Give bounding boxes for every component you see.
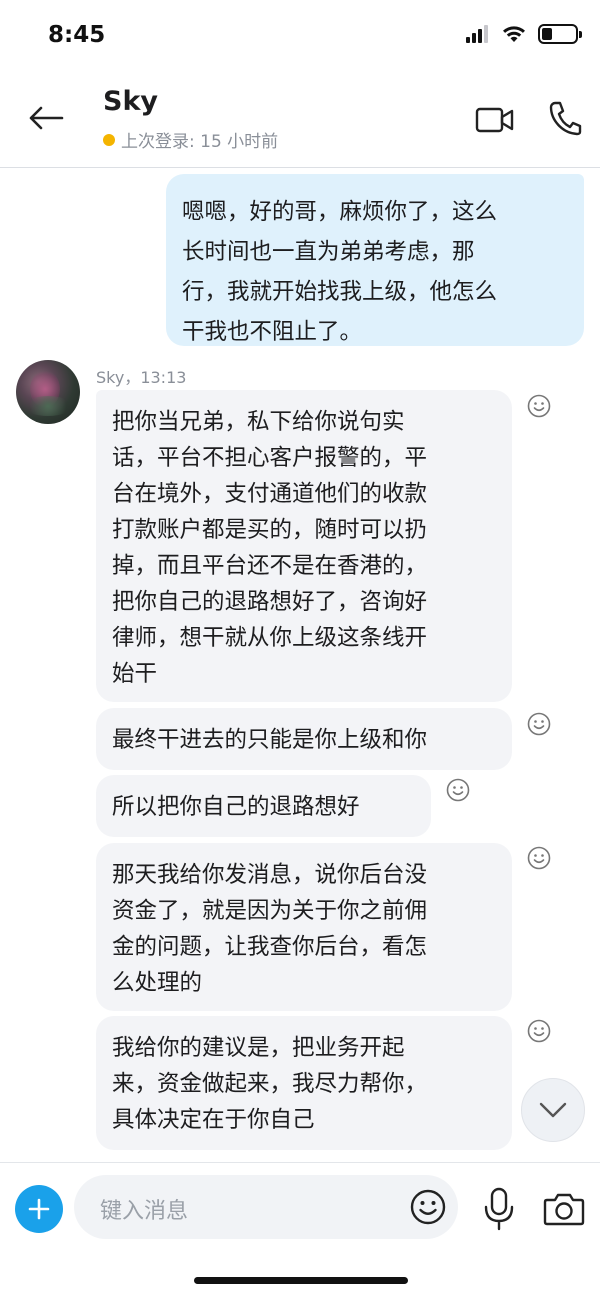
message-line: 那天我给你发消息，说你后台没: [112, 862, 428, 888]
message-line: 律师，想干就从你上级这条线开: [112, 625, 428, 651]
message-line: 把你自己的退路想好了，咨询好: [112, 589, 428, 615]
sender-timestamp: Sky，13:13: [96, 368, 187, 387]
last-seen-text: 上次登录: 15 小时前: [121, 132, 279, 152]
camera-icon: [543, 1193, 585, 1226]
add-content-button[interactable]: [15, 1185, 63, 1233]
add-reaction-icon[interactable]: [446, 778, 470, 802]
message-line: 掉，而且平台还不是在香港的，: [112, 553, 428, 579]
message-line: 么处理的: [112, 970, 203, 996]
message-input[interactable]: 键入消息: [74, 1175, 458, 1239]
message-line: 打款账户都是买的，随时可以扔: [112, 517, 428, 543]
voice-call-button[interactable]: [548, 100, 582, 136]
message-line: 资金了，就是因为关于你之前佣: [112, 898, 428, 924]
battery-level: [542, 28, 552, 40]
message-line: 最终干进去的只能是你上级和你: [112, 727, 428, 753]
home-indicator: [194, 1277, 408, 1284]
chat-header: Sky 上次登录: 15 小时前: [0, 72, 600, 168]
emoji-icon[interactable]: [410, 1189, 446, 1225]
chevron-down-icon: [539, 1102, 567, 1118]
add-reaction-icon[interactable]: [527, 394, 551, 418]
outgoing-message-bubble[interactable]: 嗯嗯，好的哥，麻烦你了，这么 长时间也一直为弟弟考虑，那 行，我就开始找我上级，…: [166, 174, 584, 346]
contact-name[interactable]: Sky: [103, 86, 158, 117]
microphone-icon: [484, 1187, 514, 1231]
message-line: 金的问题，让我查你后台，看怎: [112, 934, 428, 960]
contact-avatar[interactable]: [16, 360, 80, 424]
message-line: 把你当兄弟，私下给你说句实: [112, 409, 405, 435]
message-input-placeholder: 键入消息: [100, 1199, 189, 1224]
status-time: 8:45: [48, 22, 106, 48]
video-call-icon: [475, 107, 514, 133]
voice-message-button[interactable]: [481, 1187, 517, 1231]
message-line: 嗯嗯，好的哥，麻烦你了，这么: [182, 199, 498, 225]
incoming-message-bubble[interactable]: 我给你的建议是，把业务开起 来，资金做起来，我尽力帮你， 具体决定在于你自己: [96, 1016, 512, 1150]
battery-icon: [538, 24, 582, 44]
add-reaction-icon[interactable]: [527, 846, 551, 870]
message-line: 行，我就开始找我上级，他怎么: [182, 279, 498, 305]
message-line: 长时间也一直为弟弟考虑，那: [182, 239, 475, 265]
add-reaction-icon[interactable]: [527, 1019, 551, 1043]
status-bar: 8:45: [0, 0, 600, 72]
phone-icon: [549, 101, 582, 136]
scroll-to-bottom-button[interactable]: [521, 1078, 585, 1142]
plus-icon: [28, 1198, 50, 1220]
message-line: 来，资金做起来，我尽力帮你，: [112, 1071, 428, 1097]
away-status-dot: [103, 133, 115, 146]
signal-icon: [466, 25, 488, 43]
message-line: 具体决定在于你自己: [112, 1107, 315, 1133]
message-line: 我给你的建议是，把业务开起: [112, 1035, 405, 1061]
wifi-icon: [503, 26, 525, 42]
video-call-button[interactable]: [475, 106, 515, 134]
message-line: 所以把你自己的退路想好: [112, 794, 360, 820]
message-line: 台在境外，支付通道他们的收款: [112, 481, 428, 507]
message-line: 话，平台不担心客户报警的，平: [112, 445, 428, 471]
incoming-message-bubble[interactable]: 所以把你自己的退路想好: [96, 775, 431, 837]
incoming-message-bubble[interactable]: 那天我给你发消息，说你后台没 资金了，就是因为关于你之前佣 金的问题，让我查你后…: [96, 843, 512, 1011]
camera-button[interactable]: [543, 1191, 585, 1227]
add-reaction-icon[interactable]: [527, 712, 551, 736]
status-icons: [466, 24, 582, 44]
last-seen-status: 上次登录: 15 小时前: [103, 127, 278, 152]
message-composer: 键入消息: [0, 1162, 600, 1299]
message-line: 干我也不阻止了。: [182, 319, 363, 345]
message-line: 始干: [112, 661, 158, 687]
back-button[interactable]: [26, 100, 66, 136]
message-list[interactable]: 嗯嗯，好的哥，麻烦你了，这么 长时间也一直为弟弟考虑，那 行，我就开始找我上级，…: [0, 168, 600, 1162]
back-arrow-icon: [29, 106, 64, 130]
incoming-message-bubble[interactable]: 最终干进去的只能是你上级和你: [96, 708, 512, 770]
incoming-message-bubble[interactable]: 把你当兄弟，私下给你说句实 话，平台不担心客户报警的，平 台在境外，支付通道他们…: [96, 390, 512, 702]
